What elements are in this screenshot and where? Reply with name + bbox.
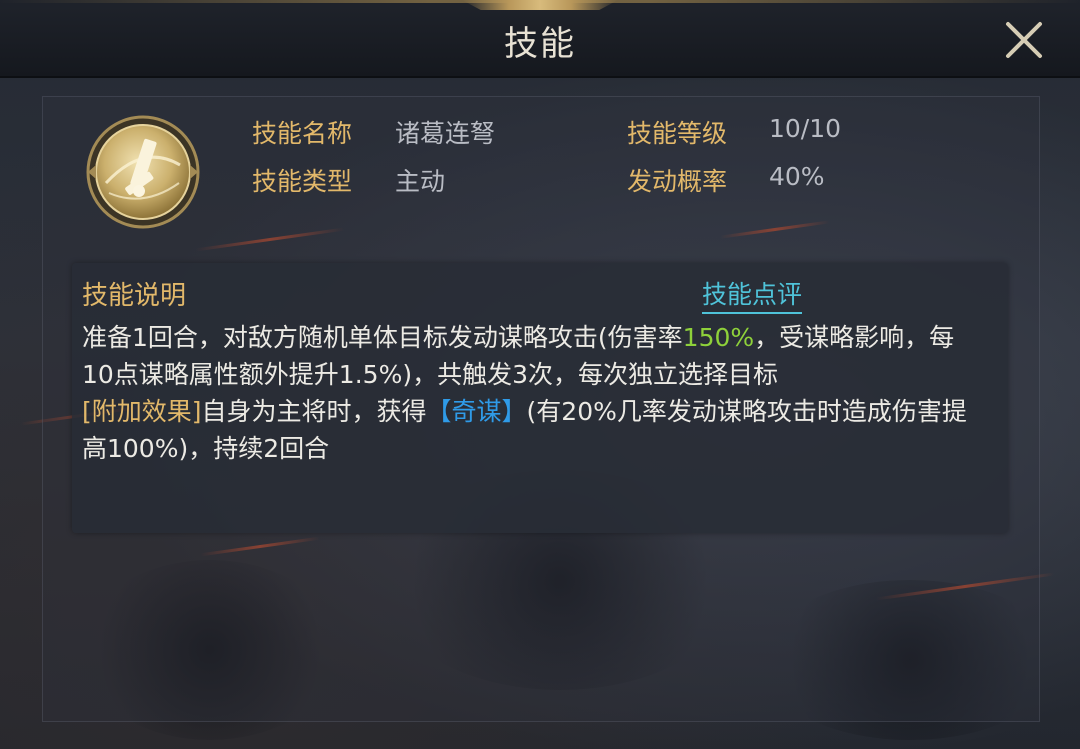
title-bar: 技能: [0, 0, 1080, 78]
extra-effect-text: 自身为主将时，获得: [201, 397, 427, 426]
trigger-rate-label: 发动概率: [627, 167, 728, 196]
skill-type-label: 技能类型: [252, 167, 353, 196]
skill-level-value: 10/10: [769, 114, 842, 143]
crossbow-skill-icon: [84, 113, 202, 231]
description-text: 准备1回合，对敌方随机单体目标发动谋略攻击(伤害率150%，受谋略影响，每10点…: [82, 319, 982, 467]
skill-name-label: 技能名称: [252, 119, 353, 148]
description-text-segment: 准备1回合，对敌方随机单体目标发动谋略攻击(伤害率: [82, 323, 683, 352]
skill-name-value: 诸葛连弩: [395, 119, 496, 148]
skill-type-value: 主动: [395, 167, 446, 196]
skill-level-label: 技能等级: [627, 119, 728, 148]
skill-description-panel: 技能说明 技能点评 准备1回合，对敌方随机单体目标发动谋略攻击(伤害率150%，…: [72, 263, 1008, 533]
description-paragraph: 准备1回合，对敌方随机单体目标发动谋略攻击(伤害率150%，受谋略影响，每10点…: [82, 319, 982, 393]
skill-review-link[interactable]: 技能点评: [702, 275, 803, 314]
close-button[interactable]: [1000, 16, 1048, 64]
window-title: 技能: [504, 24, 576, 64]
title-ornament: [462, 0, 618, 10]
skill-dialog: 技能 技能名称 诸葛连弩 技能类型 主动 技能等级 10/10 发动概率 40%…: [0, 0, 1080, 749]
buff-name: 【奇谋】: [426, 397, 527, 426]
extra-effect-tag: [附加效果]: [82, 397, 202, 426]
extra-effect-paragraph: [附加效果]自身为主将时，获得【奇谋】(有20%几率发动谋略攻击时造成伤害提高1…: [82, 393, 982, 467]
close-x-icon: [1006, 22, 1042, 58]
trigger-rate-value: 40%: [769, 162, 825, 191]
damage-rate-highlight: 150%: [682, 323, 755, 352]
description-title: 技能说明: [82, 281, 187, 311]
